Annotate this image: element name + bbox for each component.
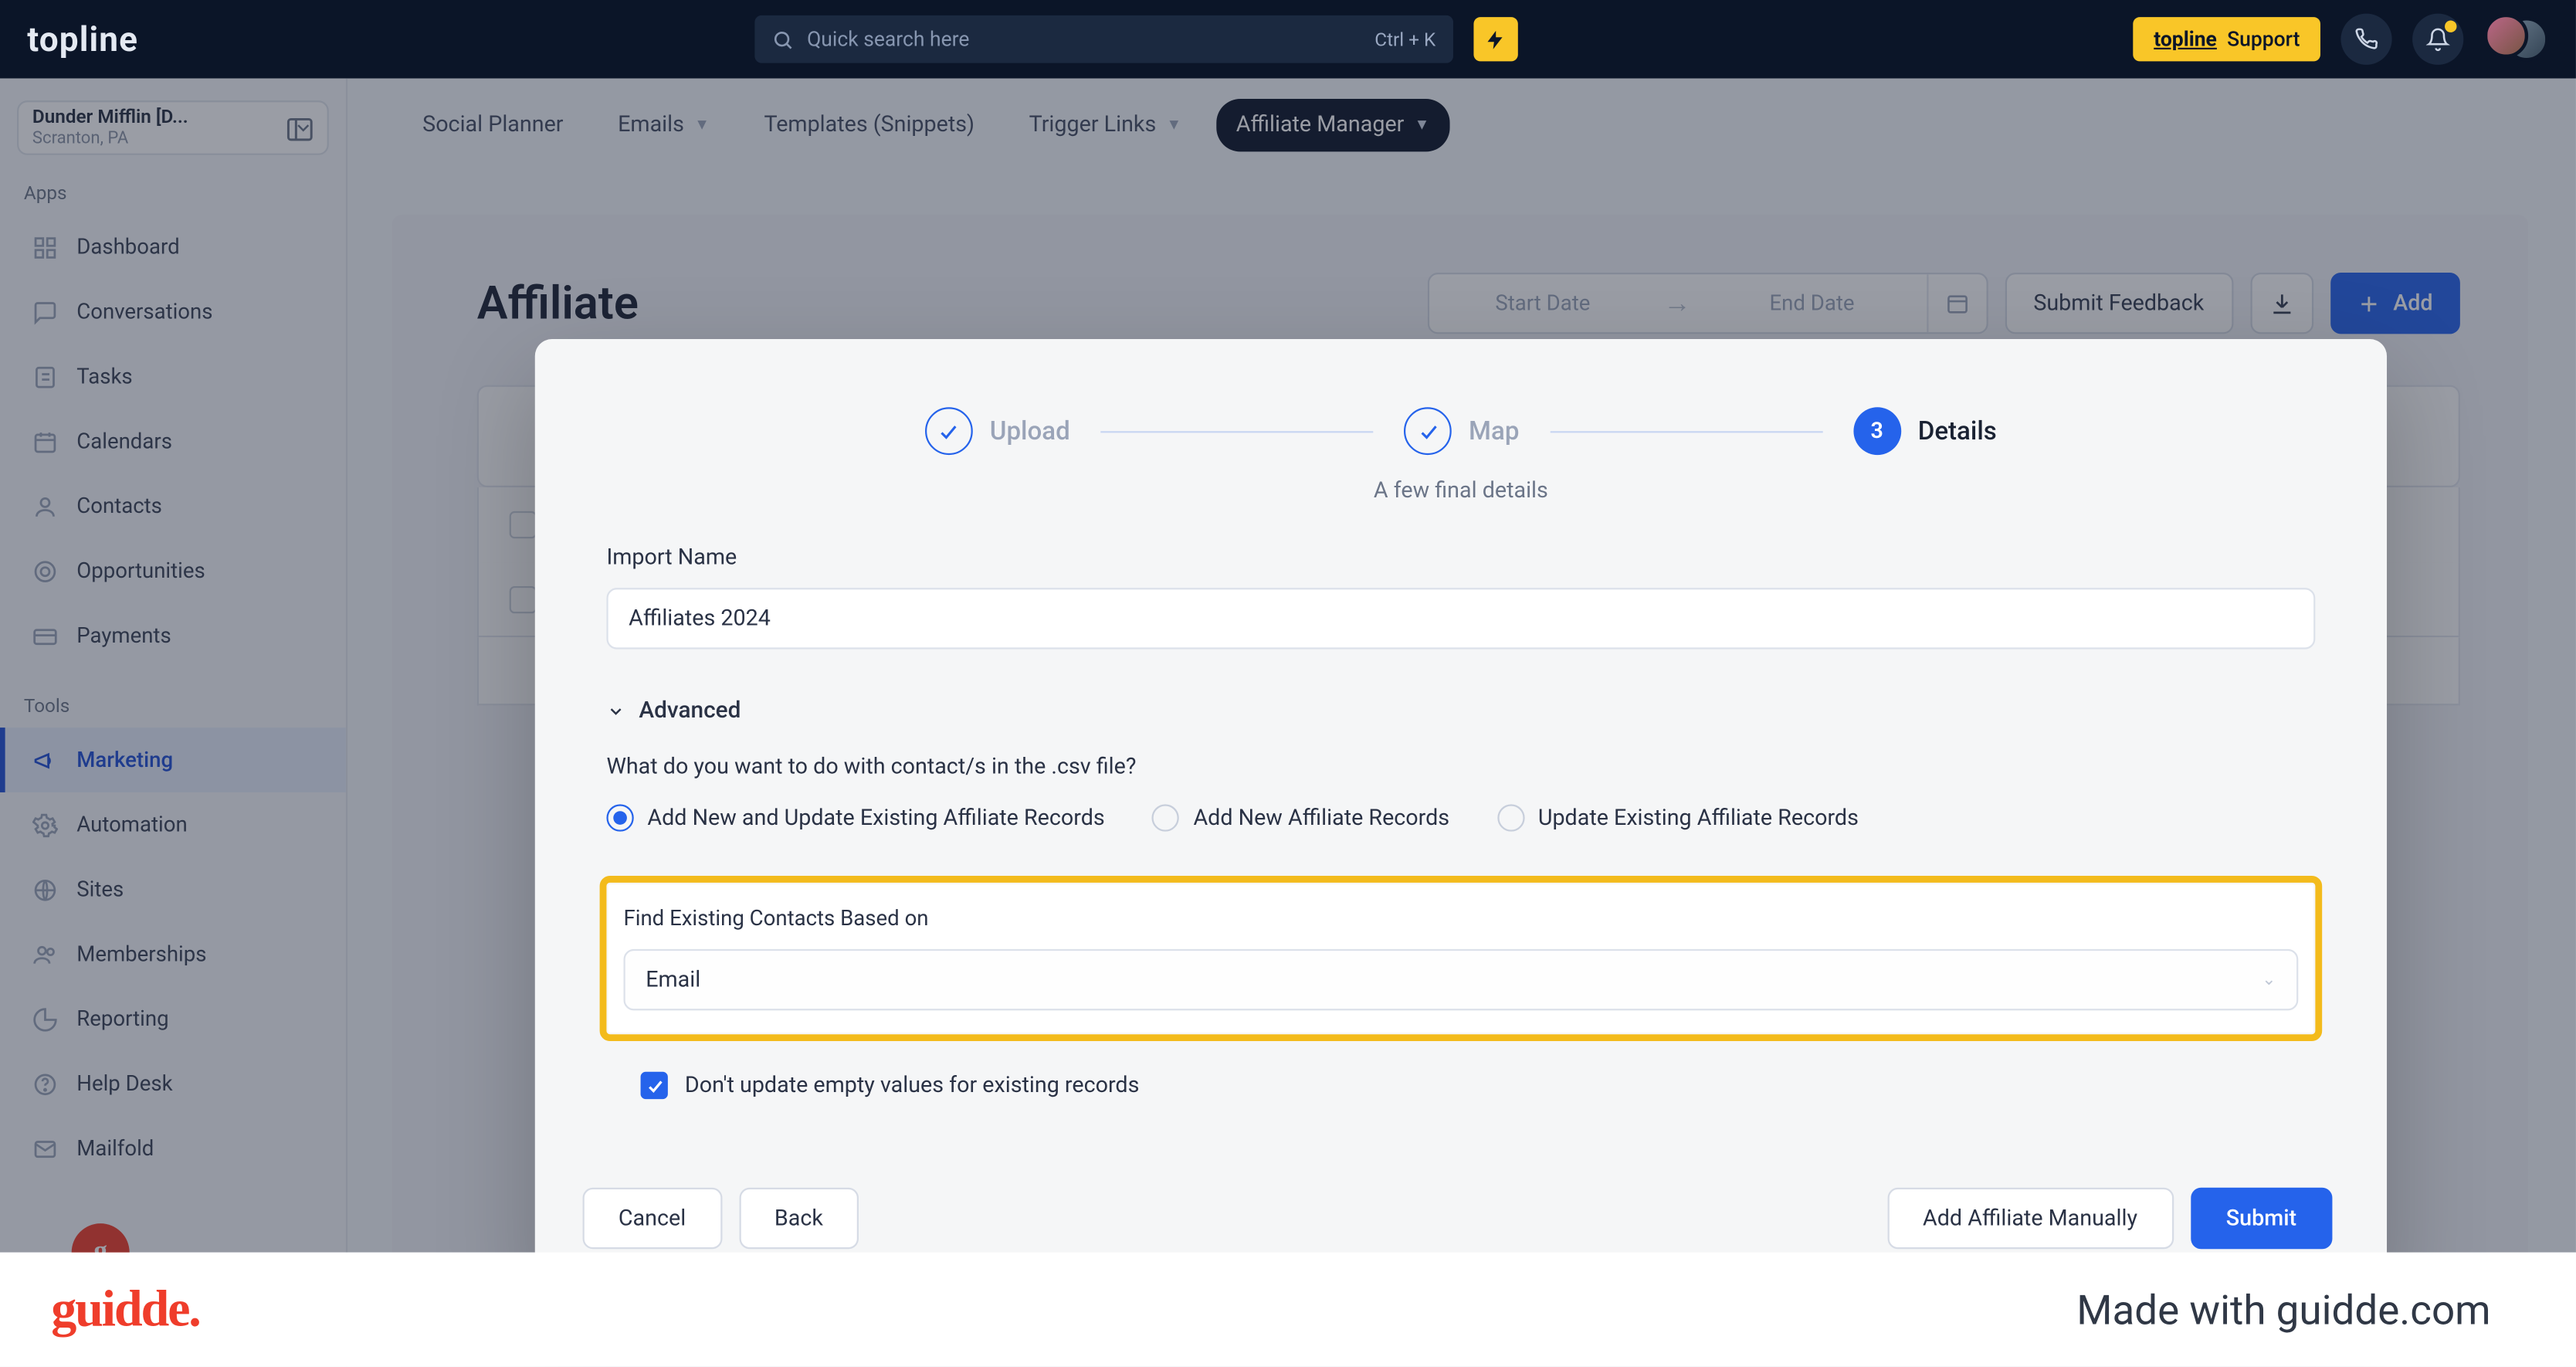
search-shortcut: Ctrl + K bbox=[1374, 28, 1435, 50]
import-name-input[interactable]: Affiliates 2024 bbox=[606, 588, 2315, 649]
csv-question-label: What do you want to do with contact/s in… bbox=[606, 755, 2339, 780]
chevron-down-icon bbox=[606, 701, 625, 720]
search-icon bbox=[771, 28, 794, 50]
step-details: 3 Details bbox=[1853, 407, 1997, 455]
add-manually-button[interactable]: Add Affiliate Manually bbox=[1887, 1188, 2174, 1249]
global-search[interactable]: Quick search here Ctrl + K bbox=[754, 15, 1453, 63]
import-modal: Upload Map 3 Details A few final details… bbox=[535, 339, 2387, 1290]
cancel-button[interactable]: Cancel bbox=[583, 1188, 722, 1249]
support-button[interactable]: topline Support bbox=[2134, 17, 2320, 61]
submit-button[interactable]: Submit bbox=[2190, 1188, 2332, 1249]
find-existing-label: Find Existing Contacts Based on bbox=[624, 907, 2299, 932]
guidde-logo: guidde. bbox=[51, 1281, 199, 1338]
modal-subtitle: A few final details bbox=[583, 479, 2340, 504]
footer-bar: guidde. Made with guidde.com bbox=[0, 1253, 2576, 1367]
radio-add-update[interactable]: Add New and Update Existing Affiliate Re… bbox=[606, 804, 1104, 831]
stepper: Upload Map 3 Details bbox=[583, 407, 2340, 455]
search-placeholder: Quick search here bbox=[807, 27, 969, 51]
chevron-down-icon: ⌄ bbox=[2262, 970, 2276, 989]
flash-button[interactable] bbox=[1473, 17, 1517, 61]
dont-update-checkbox[interactable]: Don't update empty values for existing r… bbox=[641, 1072, 2340, 1099]
step-map: Map bbox=[1404, 407, 1519, 455]
footer-tagline: Made with guidde.com bbox=[2076, 1286, 2490, 1334]
notif-dot-icon bbox=[2445, 20, 2456, 32]
step-upload: Upload bbox=[925, 407, 1070, 455]
back-button[interactable]: Back bbox=[739, 1188, 859, 1249]
find-existing-panel: Find Existing Contacts Based on Email ⌄ bbox=[600, 876, 2323, 1041]
user-avatar[interactable] bbox=[2484, 14, 2549, 65]
radio-update-existing[interactable]: Update Existing Affiliate Records bbox=[1497, 804, 1859, 831]
phone-button[interactable] bbox=[2340, 14, 2391, 65]
top-bar: topline Quick search here Ctrl + K topli… bbox=[0, 0, 2576, 78]
advanced-toggle[interactable]: Advanced bbox=[606, 697, 2339, 724]
radio-add-new[interactable]: Add New Affiliate Records bbox=[1152, 804, 1449, 831]
notifications-button[interactable] bbox=[2412, 14, 2463, 65]
find-existing-select[interactable]: Email ⌄ bbox=[624, 949, 2299, 1010]
app-logo: topline bbox=[27, 19, 138, 59]
import-name-label: Import Name bbox=[606, 545, 2339, 571]
